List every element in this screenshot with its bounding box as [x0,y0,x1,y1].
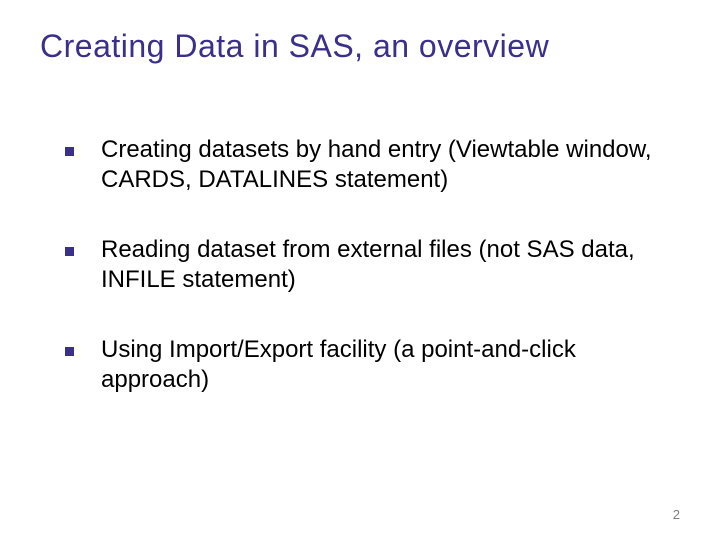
bullet-icon [65,347,74,356]
list-item: Creating datasets by hand entry (Viewtab… [65,135,680,195]
list-item: Using Import/Export facility (a point-an… [65,335,680,395]
bullet-icon [65,247,74,256]
bullet-text: Reading dataset from external files (not… [101,236,635,293]
bullet-text: Using Import/Export facility (a point-an… [101,336,576,393]
bullet-icon [65,147,74,156]
page-number: 2 [673,507,680,522]
slide-title: Creating Data in SAS, an overview [40,28,680,65]
slide: Creating Data in SAS, an overview Creati… [0,0,720,540]
bullet-text: Creating datasets by hand entry (Viewtab… [101,136,652,193]
list-item: Reading dataset from external files (not… [65,235,680,295]
bullet-list: Creating datasets by hand entry (Viewtab… [40,135,680,395]
